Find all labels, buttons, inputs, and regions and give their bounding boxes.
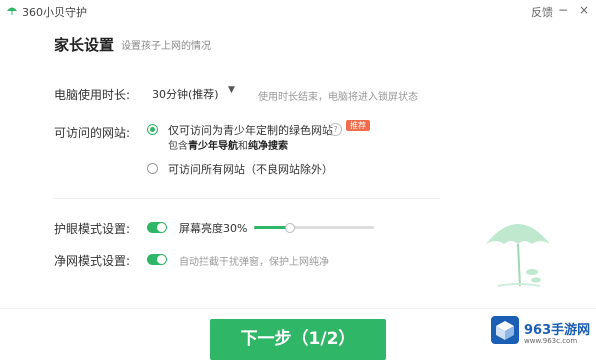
sites-label: 可访问的网站: <box>54 126 131 140</box>
usage-time-label: 电脑使用时长: <box>54 88 131 102</box>
option-green-sites-label[interactable]: 仅可访问为青少年定制的绿色网站 <box>168 122 333 138</box>
watermark-name: 963手游网 <box>524 323 591 338</box>
umbrella-plant-illustration <box>486 224 550 287</box>
brightness-label: 屏幕亮度30% <box>179 222 248 235</box>
question-icon[interactable]: ? <box>329 123 342 136</box>
net-mode-hint: 自动拦截干扰弹窗，保护上网纯净 <box>179 257 329 268</box>
brightness-slider-thumb[interactable] <box>285 223 295 233</box>
close-button[interactable]: × <box>576 2 592 18</box>
section-divider <box>54 198 440 199</box>
page-subtitle: 设置孩子上网的情况 <box>121 41 211 52</box>
footer-divider <box>0 308 596 309</box>
option-green-sites-desc: 包含青少年导航和纯净搜索 <box>168 141 288 152</box>
net-mode-toggle[interactable] <box>147 254 167 265</box>
title-bar: 360小贝守护 反馈 − × <box>0 0 596 22</box>
brightness-slider[interactable] <box>254 223 374 233</box>
net-mode-label: 净网模式设置: <box>54 254 131 268</box>
usage-time-hint: 使用时长结束，电脑将进入锁屏状态 <box>258 92 418 103</box>
app-logo-icon <box>7 7 17 15</box>
watermark-logo-icon <box>491 316 519 344</box>
page-title: 家长设置 <box>54 36 115 54</box>
usage-time-value[interactable]: 30分钟(推荐) <box>152 86 219 102</box>
eye-mode-label: 护眼模式设置: <box>54 222 131 236</box>
site-watermark: 963手游网 www.963c.com <box>490 313 596 353</box>
option-all-sites-label[interactable]: 可访问所有网站（不良网站除外） <box>168 161 333 177</box>
radio-all-sites[interactable] <box>147 163 158 174</box>
minimize-button[interactable]: − <box>555 2 571 18</box>
radio-green-sites[interactable] <box>147 124 158 135</box>
watermark-url: www.963c.com <box>524 337 578 345</box>
feedback-link[interactable]: 反馈 <box>531 4 553 20</box>
recommend-badge: 推荐 <box>346 120 370 131</box>
chevron-down-icon[interactable]: ▼ <box>228 85 235 95</box>
eye-mode-toggle[interactable] <box>147 222 167 233</box>
app-title: 360小贝守护 <box>22 6 87 19</box>
next-step-button[interactable]: 下一步（1/2） <box>210 319 386 360</box>
